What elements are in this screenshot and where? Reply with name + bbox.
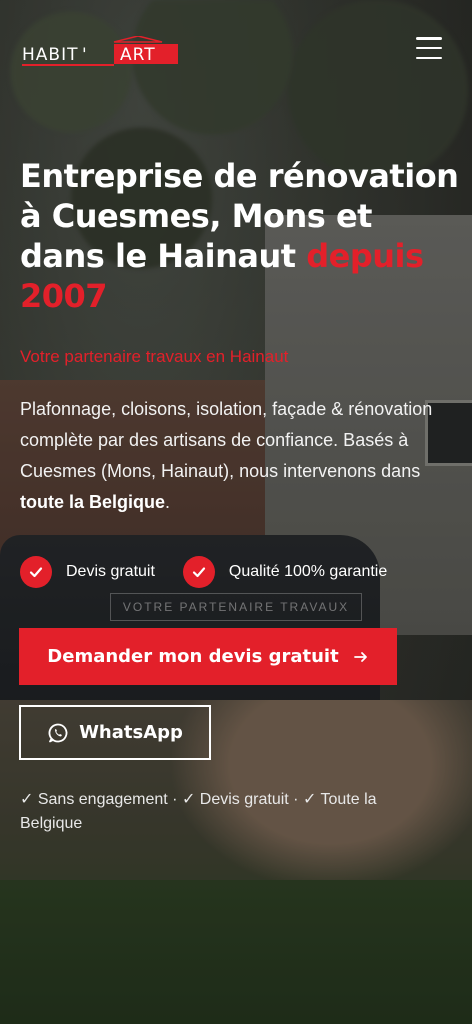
check-icon [182, 556, 215, 588]
desc-end: . [165, 492, 171, 512]
menu-line [416, 37, 442, 40]
hero-tagline: Votre partenaire travaux en Hainaut [20, 347, 289, 366]
guarantee-footnote: ✓ Sans engagement · ✓ Devis gratuit · ✓ … [20, 791, 377, 832]
hero-title: Entreprise de rénovation à Cuesmes, Mons… [20, 156, 460, 316]
logo-roof [113, 36, 163, 43]
badge-devis-gratuit: Devis gratuit [20, 556, 155, 588]
badge-label: Devis gratuit [66, 563, 155, 580]
menu-line [416, 46, 442, 50]
logo-apostrophe: ' [82, 45, 87, 65]
logo-text-left: HABIT [22, 45, 78, 65]
request-quote-button[interactable]: Demander mon devis gratuit [19, 628, 397, 685]
desc-bold: toute la Belgique [20, 492, 166, 512]
feature-badges: Devis gratuit Qualité 100% garantie [20, 556, 387, 588]
arrow-right-icon [353, 651, 367, 662]
menu-line [416, 56, 442, 59]
desc-text: Plafonnage, cloisons, isolation, façade … [20, 399, 433, 481]
badge-label: Qualité 100% garantie [228, 563, 388, 580]
badge-qualite: Qualité 100% garantie [182, 556, 388, 588]
hero-description: Plafonnage, cloisons, isolation, façade … [20, 394, 460, 518]
whatsapp-icon [48, 723, 68, 742]
check-icon [20, 556, 52, 588]
whatsapp-button[interactable]: WhatsApp [19, 705, 211, 760]
hamburger-menu-icon[interactable] [416, 37, 442, 59]
cta-label: Demander mon devis gratuit [47, 646, 339, 667]
habitart-logo[interactable]: HABIT ' ART [20, 36, 180, 68]
whatsapp-label: WhatsApp [79, 722, 183, 743]
logo-text-right: ART [120, 45, 156, 65]
